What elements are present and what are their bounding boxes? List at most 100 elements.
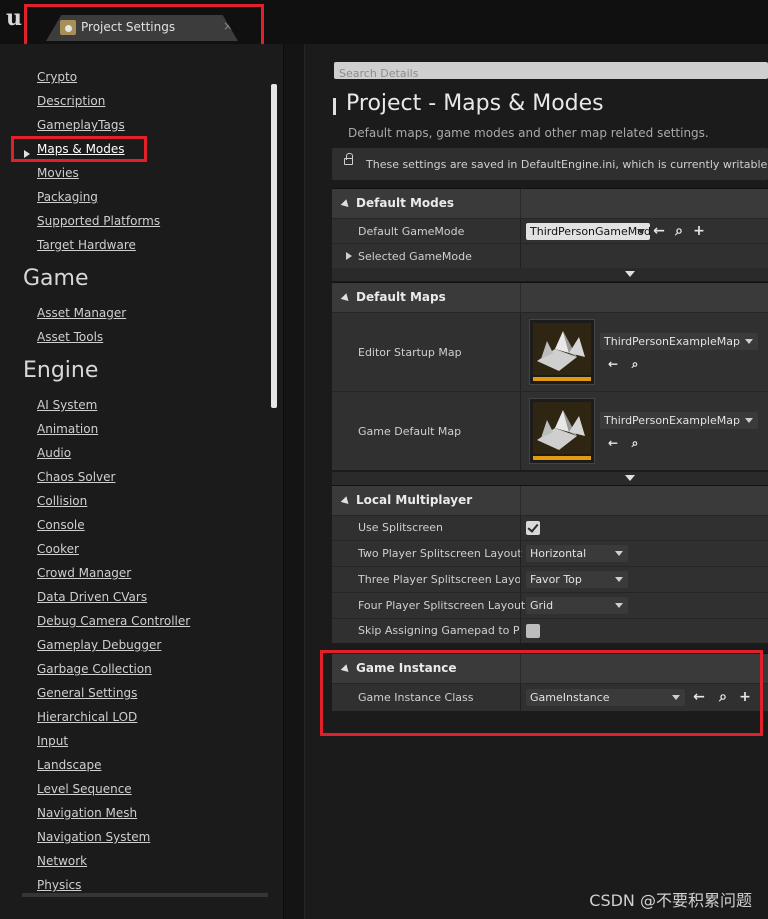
column-splitter <box>520 219 521 243</box>
use-splitscreen-checkbox[interactable] <box>526 521 540 535</box>
category-local-multiplayer[interactable]: Local Multiplayer <box>332 485 768 515</box>
chevron-down-icon <box>615 551 623 556</box>
skip-gamepad-checkbox[interactable] <box>526 624 540 638</box>
lock-icon <box>344 153 353 165</box>
sidebar-scrollbar[interactable] <box>271 84 277 408</box>
advanced-expander[interactable] <box>332 472 768 485</box>
chevron-down-icon <box>625 475 635 481</box>
sidebar-item-landscape[interactable]: Landscape <box>37 758 101 772</box>
sidebar-item-physics[interactable]: Physics <box>37 878 81 892</box>
browse-search-icon[interactable]: ⌕ <box>716 690 730 704</box>
browse-search-icon[interactable]: ⌕ <box>628 357 642 371</box>
game-default-map-combo[interactable]: ThirdPersonExampleMap <box>600 412 758 429</box>
sidebar-item-general-settings[interactable]: General Settings <box>37 686 137 700</box>
chevron-down-icon <box>615 603 623 608</box>
sidebar-item-movies[interactable]: Movies <box>37 166 79 180</box>
sidebar-item-asset-manager[interactable]: Asset Manager <box>37 306 126 320</box>
four-player-layout-combo[interactable]: Grid <box>526 597 628 614</box>
game-instance-class-combo[interactable]: GameInstance <box>526 689 685 706</box>
sidebar-item-animation[interactable]: Animation <box>37 422 98 436</box>
panel-splitter[interactable] <box>283 44 305 919</box>
collapse-arrow-icon <box>340 664 352 675</box>
browse-search-icon[interactable]: ⌕ <box>628 436 642 450</box>
settings-icon <box>60 20 76 35</box>
row-skip-gamepad: Skip Assigning Gamepad to Player 1 <box>332 618 768 643</box>
selected-arrow-icon <box>24 150 30 158</box>
sidebar-item-chaos-solver[interactable]: Chaos Solver <box>37 470 115 484</box>
chevron-down-icon <box>745 418 753 423</box>
column-splitter <box>520 654 521 683</box>
combo-value: ThirdPersonExampleMap <box>604 335 740 348</box>
map-thumbnail[interactable] <box>529 319 595 385</box>
category-game-instance[interactable]: Game Instance <box>332 653 768 683</box>
chevron-down-icon <box>615 577 623 582</box>
category-label: Local Multiplayer <box>356 493 473 507</box>
three-player-layout-combo[interactable]: Favor Top <box>526 571 628 588</box>
close-icon[interactable]: × <box>223 19 233 33</box>
chevron-down-icon <box>637 229 645 234</box>
column-splitter <box>520 313 521 391</box>
sidebar-item-cooker[interactable]: Cooker <box>37 542 79 556</box>
sidebar-item-input[interactable]: Input <box>37 734 68 748</box>
combo-value: GameInstance <box>530 691 610 704</box>
two-player-layout-combo[interactable]: Horizontal <box>526 545 628 562</box>
watermark: CSDN @不要积累问题 <box>589 891 752 910</box>
category-default-modes[interactable]: Default Modes <box>332 188 768 218</box>
sidebar-item-gameplay-debugger[interactable]: Gameplay Debugger <box>37 638 161 652</box>
sidebar-item-collision[interactable]: Collision <box>37 494 87 508</box>
page-title: Project - Maps & Modes <box>346 91 604 116</box>
property-label: Skip Assigning Gamepad to Player 1 <box>358 624 520 637</box>
category-label: Default Modes <box>356 196 455 210</box>
property-label: Two Player Splitscreen Layout <box>358 547 522 560</box>
sidebar-item-hierarchical-lod[interactable]: Hierarchical LOD <box>37 710 137 724</box>
sidebar-item-navigation-mesh[interactable]: Navigation Mesh <box>37 806 137 820</box>
default-gamemode-combo[interactable]: ThirdPersonGameMode <box>526 223 650 240</box>
sidebar-item-crypto[interactable]: Crypto <box>37 70 77 84</box>
sidebar-item-crowd-manager[interactable]: Crowd Manager <box>37 566 131 580</box>
search-input[interactable] <box>334 65 768 82</box>
editor-startup-map-combo[interactable]: ThirdPersonExampleMap <box>600 333 758 350</box>
column-splitter <box>520 516 521 540</box>
sidebar-item-garbage-collection[interactable]: Garbage Collection <box>37 662 152 676</box>
sidebar-item-target-hardware[interactable]: Target Hardware <box>37 238 136 252</box>
column-splitter <box>520 593 521 618</box>
use-selected-arrow-icon[interactable]: ← <box>606 436 620 450</box>
add-icon[interactable]: + <box>738 690 752 704</box>
sidebar-item-audio[interactable]: Audio <box>37 446 71 460</box>
sidebar-item-console[interactable]: Console <box>37 518 85 532</box>
row-editor-startup-map: Editor Startup Map ThirdPersonExampleMap… <box>332 312 768 391</box>
sidebar-item-maps-modes[interactable]: Maps & Modes <box>37 142 125 156</box>
browse-search-icon[interactable]: ⌕ <box>672 224 686 238</box>
combo-value: Favor Top <box>530 573 582 586</box>
map-thumbnail[interactable] <box>529 398 595 464</box>
sidebar-item-description[interactable]: Description <box>37 94 105 108</box>
use-selected-arrow-icon[interactable]: ← <box>606 357 620 371</box>
property-label: Default GameMode <box>358 225 465 238</box>
tab-project-settings[interactable]: Project Settings × <box>46 15 238 41</box>
sidebar-item-navigation-system[interactable]: Navigation System <box>37 830 150 844</box>
sidebar-item-asset-tools[interactable]: Asset Tools <box>37 330 103 344</box>
sidebar-item-level-sequence[interactable]: Level Sequence <box>37 782 132 796</box>
use-selected-arrow-icon[interactable]: ← <box>692 690 706 704</box>
combo-value: Grid <box>530 599 554 612</box>
row-default-gamemode: Default GameMode ThirdPersonGameMode ← ⌕… <box>332 218 768 243</box>
advanced-expander[interactable] <box>332 268 768 281</box>
sidebar-item-gameplaytags[interactable]: GameplayTags <box>37 118 125 132</box>
sidebar-item-network[interactable]: Network <box>37 854 87 868</box>
sidebar-item-ai-system[interactable]: AI System <box>37 398 97 412</box>
sidebar-bottom-scrollbar[interactable] <box>22 893 268 897</box>
column-splitter <box>520 541 521 566</box>
row-selected-gamemode[interactable]: Selected GameMode <box>332 243 768 268</box>
sidebar-item-supported-platforms[interactable]: Supported Platforms <box>37 214 160 228</box>
collapse-arrow-icon <box>340 496 352 507</box>
sidebar-item-debug-camera-controller[interactable]: Debug Camera Controller <box>37 614 190 628</box>
category-default-maps[interactable]: Default Maps <box>332 282 768 312</box>
expand-arrow-icon[interactable] <box>346 252 352 260</box>
property-label: Game Instance Class <box>358 691 474 704</box>
sidebar-item-data-driven-cvars[interactable]: Data Driven CVars <box>37 590 147 604</box>
category-label: Game Instance <box>356 661 457 675</box>
sidebar-item-packaging[interactable]: Packaging <box>37 190 98 204</box>
search-details[interactable] <box>334 62 768 82</box>
add-icon[interactable]: + <box>692 224 706 238</box>
use-selected-arrow-icon[interactable]: ← <box>652 224 666 238</box>
